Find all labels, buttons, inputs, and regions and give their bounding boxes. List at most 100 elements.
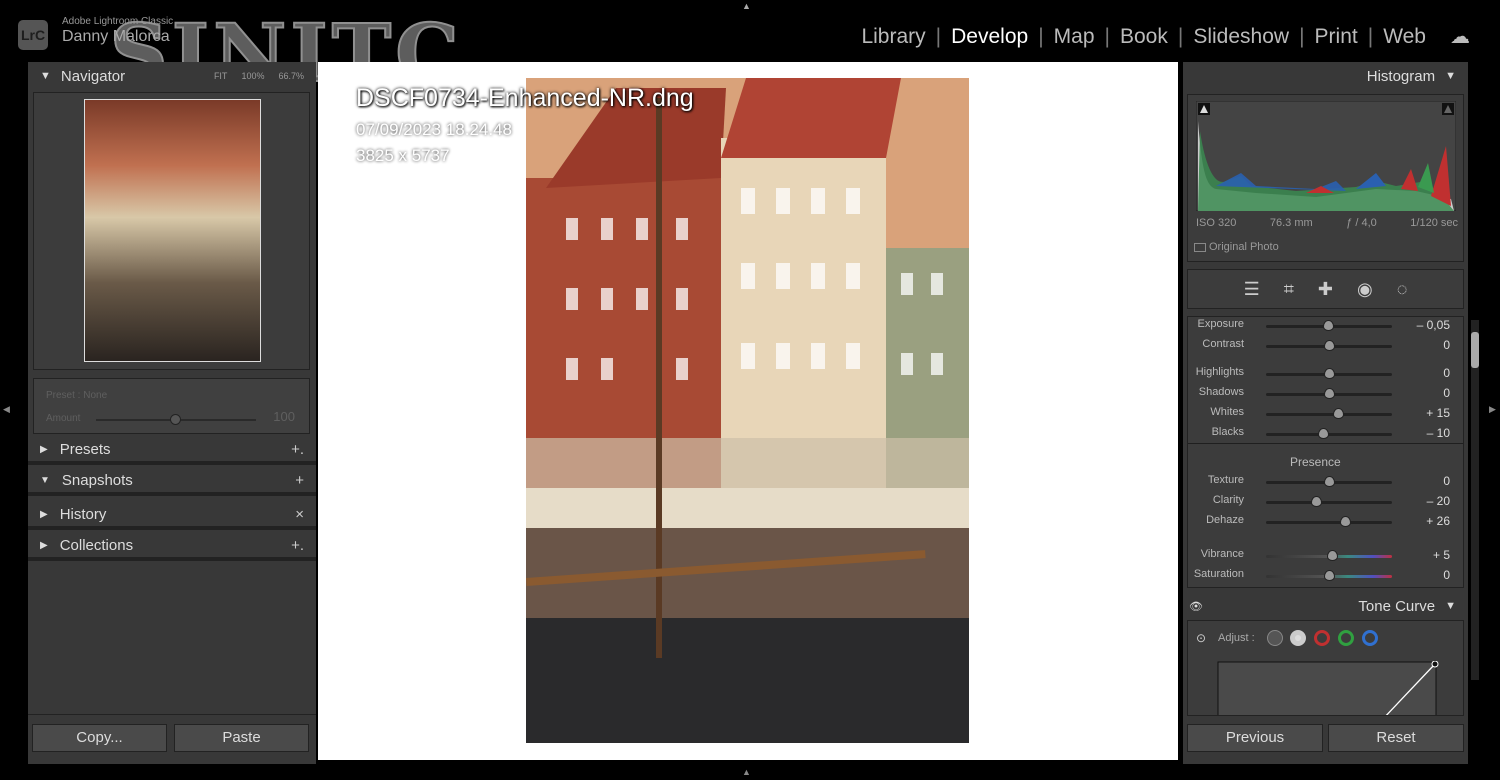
navigator-thumbnail[interactable] (84, 99, 261, 362)
saturation-slider[interactable] (1266, 570, 1392, 581)
eye-icon[interactable]: 👁 (1189, 600, 1203, 613)
slider-thumb[interactable] (1323, 320, 1335, 331)
slider-label: Exposure (1197, 318, 1244, 330)
module-slideshow[interactable]: Slideshow (1183, 25, 1299, 49)
blue-channel-icon[interactable] (1362, 630, 1378, 646)
right-panel-toggle-icon[interactable]: ▶ (1489, 404, 1496, 415)
slider-thumb[interactable] (1324, 388, 1335, 399)
app-name: Adobe Lightroom Classic (62, 16, 174, 27)
tone-curve-header[interactable]: 👁 Tone Curve ▼ (1183, 592, 1468, 620)
healing-icon[interactable]: ✚ (1318, 279, 1333, 300)
slider-thumb[interactable] (1324, 570, 1335, 581)
panel-history[interactable]: ▶ History × (28, 502, 316, 530)
texture-slider[interactable] (1266, 476, 1392, 487)
slider-label: Whites (1210, 406, 1244, 418)
slider-row-shadows: Shadows 0 (1186, 386, 1462, 402)
slider-value[interactable]: + 5 (1433, 548, 1450, 562)
original-photo-label: Original Photo (1209, 241, 1279, 253)
crop-icon[interactable]: ⌗ (1284, 279, 1294, 300)
masking-icon[interactable]: ◌ (1397, 279, 1408, 300)
slider-value[interactable]: – 10 (1427, 426, 1450, 440)
slider-value[interactable]: – 20 (1427, 494, 1450, 508)
copy-button[interactable]: Copy... (32, 724, 167, 752)
aperture: ƒ / 4,0 (1346, 217, 1377, 229)
collapse-top-arrow-icon[interactable]: ▲ (742, 1, 751, 11)
lrc-logo: LrC (18, 20, 48, 50)
slider-thumb[interactable] (1324, 476, 1335, 487)
previous-button[interactable]: Previous (1187, 724, 1323, 752)
module-library[interactable]: Library (851, 25, 935, 49)
paste-button[interactable]: Paste (174, 724, 309, 752)
contrast-slider[interactable] (1266, 340, 1392, 351)
slider-value[interactable]: + 26 (1426, 514, 1450, 528)
green-channel-icon[interactable] (1338, 630, 1354, 646)
slider-thumb[interactable] (1324, 368, 1335, 379)
photo-datetime: 07/09/2023 18.24.48 (356, 120, 512, 139)
histogram-header[interactable]: Histogram ▼ (1183, 62, 1468, 90)
panel-presets[interactable]: ▶ Presets +. (28, 437, 316, 465)
slider-label: Dehaze (1206, 514, 1244, 526)
slider-value[interactable]: + 15 (1426, 406, 1450, 420)
right-panel-scrollbar[interactable] (1471, 320, 1479, 680)
slider-value[interactable]: 0 (1443, 474, 1450, 488)
exposure-slider[interactable] (1266, 320, 1392, 331)
slider-thumb[interactable] (1317, 428, 1329, 439)
slider-thumb[interactable] (1311, 496, 1323, 507)
module-print[interactable]: Print (1305, 25, 1368, 49)
slider-row-dehaze: Dehaze + 26 (1186, 514, 1462, 530)
panel-snapshots[interactable]: ▼ Snapshots + (28, 468, 316, 496)
panel-action-icon[interactable]: + (295, 472, 304, 489)
panel-action-icon[interactable]: +. (291, 537, 304, 554)
clarity-slider[interactable] (1266, 496, 1392, 507)
module-web[interactable]: Web (1373, 25, 1436, 49)
left-panel-toggle-icon[interactable]: ◀ (3, 404, 10, 415)
shadows-slider[interactable] (1266, 388, 1392, 399)
zoom-100[interactable]: 100% (241, 71, 264, 81)
amount-thumb[interactable] (170, 414, 181, 425)
filmstrip-toggle-icon[interactable]: ▲ (742, 767, 751, 777)
slider-thumb[interactable] (1324, 340, 1335, 351)
slider-value[interactable]: 0 (1443, 338, 1450, 352)
cloud-sync-icon[interactable]: ☁ (1450, 24, 1470, 49)
parametric-curve-icon[interactable] (1267, 630, 1283, 646)
main-photo[interactable] (526, 78, 969, 743)
slider-value[interactable]: 0 (1443, 366, 1450, 380)
edit-sliders-icon[interactable]: ☰ (1244, 279, 1260, 300)
collapsed-triangle-icon: ▶ (40, 508, 48, 520)
zoom-66[interactable]: 66.7% (278, 71, 304, 81)
slider-value[interactable]: – 0,05 (1417, 318, 1450, 332)
original-photo-toggle[interactable]: Original Photo (1194, 241, 1279, 253)
panel-action-icon[interactable]: +. (291, 441, 304, 458)
whites-slider[interactable] (1266, 408, 1392, 419)
panel-action-icon[interactable]: × (295, 506, 304, 523)
module-develop[interactable]: Develop (941, 25, 1038, 49)
slider-value[interactable]: 0 (1443, 568, 1450, 582)
checkbox-icon[interactable] (1194, 242, 1206, 252)
target-adjust-icon[interactable]: ⊙ (1196, 631, 1206, 645)
collapse-triangle-icon: ▼ (1445, 600, 1456, 612)
red-channel-icon[interactable] (1314, 630, 1330, 646)
dehaze-slider[interactable] (1266, 516, 1392, 527)
module-map[interactable]: Map (1044, 25, 1105, 49)
red-eye-icon[interactable]: ◉ (1357, 279, 1373, 300)
panel-collections[interactable]: ▶ Collections +. (28, 533, 316, 561)
zoom-fit[interactable]: FIT (214, 71, 228, 81)
vibrance-slider[interactable] (1266, 550, 1392, 561)
slider-thumb[interactable] (1333, 408, 1345, 419)
slider-label: Highlights (1195, 366, 1244, 378)
navigator-header[interactable]: ▼ Navigator FIT 100% 66.7% (28, 62, 316, 90)
slider-thumb[interactable] (1327, 550, 1339, 561)
highlights-slider[interactable] (1266, 368, 1392, 379)
blacks-slider[interactable] (1266, 428, 1392, 439)
point-curve-white-icon[interactable] (1290, 630, 1306, 646)
adjust-label: Adjust : (1218, 632, 1255, 644)
amount-slider[interactable] (96, 414, 256, 425)
slider-value[interactable]: 0 (1443, 386, 1450, 400)
histogram-chart[interactable] (1196, 101, 1456, 211)
module-picker: Library | Develop | Map | Book | Slideshow | Print… (851, 24, 1470, 49)
reset-button[interactable]: Reset (1328, 724, 1464, 752)
tone-curve-graph[interactable] (1217, 661, 1439, 716)
module-book[interactable]: Book (1110, 25, 1178, 49)
navigator-title: Navigator (60, 67, 126, 85)
slider-thumb[interactable] (1340, 516, 1352, 527)
